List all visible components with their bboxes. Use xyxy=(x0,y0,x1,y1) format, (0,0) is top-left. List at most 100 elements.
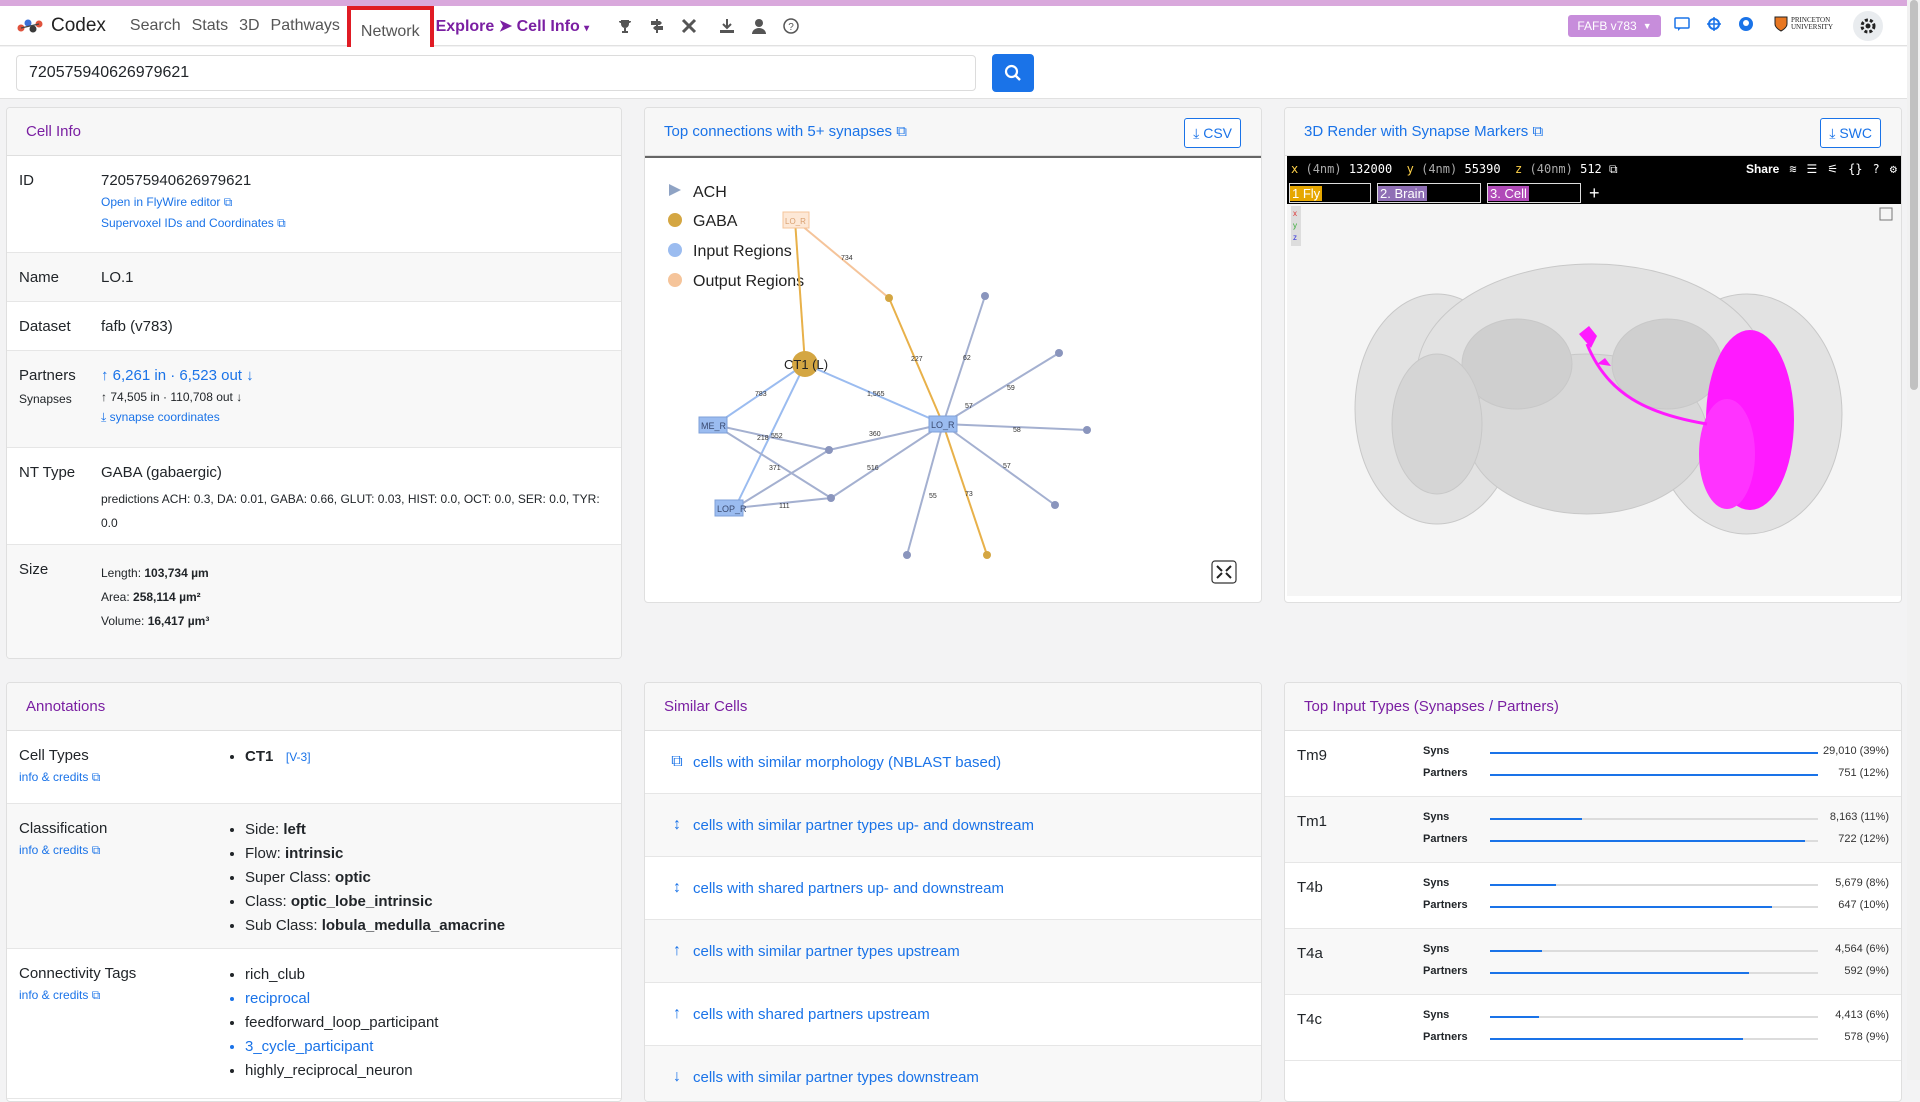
search-button[interactable] xyxy=(992,54,1034,92)
graph-node[interactable] xyxy=(903,551,911,559)
download-icon[interactable] xyxy=(719,18,735,34)
similar-partner-types-link[interactable]: ↕ cells with similar partner types up- an… xyxy=(645,794,1261,857)
nav-search[interactable]: Search xyxy=(130,17,181,35)
chat-icon[interactable] xyxy=(1674,16,1690,32)
brand[interactable]: Codex xyxy=(17,15,130,37)
supervoxel-link[interactable]: Supervoxel IDs and Coordinates ⧉ xyxy=(101,216,286,230)
similar-morphology-link[interactable]: ⧉ cells with similar morphology (NBLAST b… xyxy=(645,731,1261,794)
dataset-row: Dataset fafb (v783) xyxy=(7,302,621,351)
partners-bar-fill xyxy=(1490,906,1773,908)
graph-node[interactable] xyxy=(885,294,893,302)
nav-explore-cell-info[interactable]: Explore ➤ Cell Info ▾ xyxy=(436,16,590,36)
info-credits-link[interactable]: info & credits ⧉ xyxy=(19,770,225,785)
copy-icon: ⧉ xyxy=(671,753,683,770)
copy-icon[interactable]: ⧉ xyxy=(1609,162,1618,177)
tools-icon[interactable] xyxy=(681,18,697,34)
partners-label: Partners xyxy=(1423,833,1468,845)
coord-x[interactable]: 132000 xyxy=(1349,162,1392,176)
coord-z[interactable]: 512 xyxy=(1580,162,1602,176)
graph-node[interactable] xyxy=(983,551,991,559)
size-row: Size Length: 103,734 µm Area: 258,114 µm… xyxy=(7,545,621,658)
help-icon[interactable]: ? xyxy=(1873,162,1880,176)
layer-brain[interactable]: 2. Brain xyxy=(1377,183,1481,203)
settings-button[interactable] xyxy=(1853,11,1883,41)
graph-node[interactable] xyxy=(1083,426,1091,434)
info-credits-link[interactable]: info & credits ⧉ xyxy=(19,988,225,1003)
shared-upstream-link[interactable]: ↑ cells with shared partners upstream xyxy=(645,983,1261,1046)
partners-in-link[interactable]: ↑ 6,261 in xyxy=(101,367,166,384)
syns-value: 8,163 (11%) xyxy=(1829,811,1889,823)
graph-node[interactable] xyxy=(825,446,833,454)
grid-icon[interactable] xyxy=(1706,16,1722,32)
layer-cell[interactable]: 3. Cell xyxy=(1487,183,1581,203)
codex-logo-icon xyxy=(17,19,43,32)
princeton-logo[interactable]: PRINCETON UNIVERSITY xyxy=(1774,16,1851,32)
signpost-icon[interactable] xyxy=(649,18,665,34)
name-value: LO.1 xyxy=(101,269,134,286)
conn-tag-link[interactable]: reciprocal xyxy=(245,987,438,1011)
input-type-name[interactable]: Tm1 xyxy=(1297,813,1327,830)
network-title-link[interactable]: Top connections with 5+ synapses ⧉ ⤓ CSV xyxy=(645,108,1261,156)
cell-type-version[interactable]: [V-3] xyxy=(286,750,311,764)
syns-bar-fill xyxy=(1490,950,1543,952)
graph-node[interactable] xyxy=(827,494,835,502)
share-button[interactable]: Share xyxy=(1746,162,1779,176)
render-viewport[interactable]: x y z xyxy=(1287,204,1902,596)
add-layer-button[interactable]: + xyxy=(1589,183,1600,204)
nav-pathways[interactable]: Pathways xyxy=(271,17,340,35)
nav-stats[interactable]: Stats xyxy=(192,17,228,35)
flywire-editor-link[interactable]: Open in FlyWire editor ⧉ xyxy=(101,195,232,209)
neuroglancer-viewer[interactable]: x (4nm) 132000 y (4nm) 55390 z (40nm) 51… xyxy=(1287,156,1902,596)
similar-upstream-link[interactable]: ↑ cells with similar partner types upstre… xyxy=(645,920,1261,983)
csv-button[interactable]: ⤓ CSV xyxy=(1184,118,1241,148)
chevron-down-icon: ▼ xyxy=(1642,21,1652,31)
scrollbar-thumb[interactable] xyxy=(1910,0,1918,390)
search-input[interactable] xyxy=(16,55,976,91)
network-graph[interactable]: ACH GABA Input Regions Output Regions 73… xyxy=(645,156,1261,596)
partners-out-link[interactable]: 6,523 out ↓ xyxy=(179,367,253,384)
maximize-icon[interactable] xyxy=(1879,207,1893,221)
user-icon[interactable] xyxy=(751,18,767,34)
partners-value: 592 (9%) xyxy=(1844,965,1889,977)
syns-bar-fill xyxy=(1490,1016,1540,1018)
synapse-coords-link[interactable]: ⤓ synapse coordinates xyxy=(101,410,254,425)
info-credits-link[interactable]: info & credits ⧉ xyxy=(19,843,225,858)
input-type-row[interactable]: T4c Syns 4,413 (6%) Partners 578 (9%) xyxy=(1285,995,1901,1061)
conn-tag-link[interactable]: 3_cycle_participant xyxy=(245,1035,438,1059)
input-type-row[interactable]: Tm9 Syns 29,010 (39%) Partners 751 (12%) xyxy=(1285,731,1901,797)
synapses-label: Synapses xyxy=(19,392,72,406)
json-icon[interactable]: {} xyxy=(1848,162,1862,176)
page-scrollbar[interactable] xyxy=(1907,0,1920,1080)
partners-bar xyxy=(1490,840,1818,842)
graph-node[interactable] xyxy=(1051,501,1059,509)
input-type-name[interactable]: Tm9 xyxy=(1297,747,1327,764)
github-icon[interactable] xyxy=(1738,16,1754,32)
dataset-version-select[interactable]: FAFB v783 ▼ xyxy=(1568,15,1661,37)
partners-bar-fill xyxy=(1490,1038,1743,1040)
list-icon[interactable]: ☰ xyxy=(1807,162,1818,176)
render-title-link[interactable]: 3D Render with Synapse Markers ⧉ ⤓ SWC xyxy=(1285,108,1901,156)
trophy-icon[interactable] xyxy=(617,18,633,34)
shared-partners-link[interactable]: ↕ cells with shared partners up- and down… xyxy=(645,857,1261,920)
layer-fly[interactable]: 1 Fly xyxy=(1289,183,1371,203)
brain-render[interactable]: x y z xyxy=(1287,204,1902,596)
layers-icon[interactable]: ≋ xyxy=(1789,162,1796,176)
input-type-name[interactable]: T4c xyxy=(1297,1011,1322,1028)
similar-downstream-link[interactable]: ↓ cells with similar partner types downst… xyxy=(645,1046,1261,1101)
input-type-row[interactable]: T4b Syns 5,679 (8%) Partners 647 (10%) xyxy=(1285,863,1901,929)
input-type-name[interactable]: T4b xyxy=(1297,879,1323,896)
top-inputs-list: Tm9 Syns 29,010 (39%) Partners 751 (12%) Tm1 S… xyxy=(1285,731,1901,1061)
fullscreen-button[interactable] xyxy=(1211,560,1237,584)
swc-button[interactable]: ⤓ SWC xyxy=(1820,118,1881,148)
coord-y[interactable]: 55390 xyxy=(1464,162,1500,176)
nav-3d[interactable]: 3D xyxy=(239,17,259,35)
network-svg[interactable]: ACH GABA Input Regions Output Regions 73… xyxy=(645,158,1262,603)
help-icon[interactable]: ? xyxy=(783,17,799,34)
input-type-row[interactable]: Tm1 Syns 8,163 (11%) Partners 722 (12%) xyxy=(1285,797,1901,863)
settings-icon[interactable]: ⚙ xyxy=(1890,162,1897,176)
input-type-row[interactable]: T4a Syns 4,564 (6%) Partners 592 (9%) xyxy=(1285,929,1901,995)
sliders-icon[interactable]: ⚟ xyxy=(1827,162,1838,176)
graph-node[interactable] xyxy=(981,292,989,300)
graph-node[interactable] xyxy=(1055,349,1063,357)
input-type-name[interactable]: T4a xyxy=(1297,945,1323,962)
